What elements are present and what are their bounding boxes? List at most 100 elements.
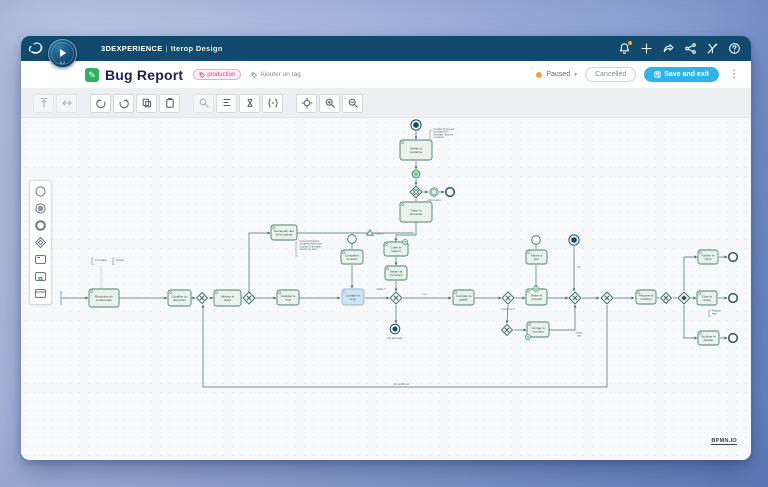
bpmn-node-annotation-info[interactable]: Si des informationscomplémentaires sontr… bbox=[296, 240, 322, 256]
bpmn-node-event-dark-2[interactable] bbox=[569, 235, 579, 245]
bpmn-node-task-reception[interactable]: Réception dela demande bbox=[89, 289, 119, 307]
bpmn-node-label-loop[interactable]: non conforme bbox=[393, 382, 409, 386]
bpmn-node-event-msg-2[interactable] bbox=[532, 236, 541, 245]
bpmn-node-task-archiver[interactable]: Archiver ledossier bbox=[698, 331, 719, 345]
bpmn-node-gateway-top[interactable] bbox=[410, 186, 422, 198]
bpmn-node-event-green-top[interactable] bbox=[412, 170, 420, 178]
add-icon[interactable] bbox=[640, 42, 653, 55]
sequence-flow[interactable] bbox=[549, 305, 575, 330]
bpmn-node-task-affectation[interactable]: Affecter leticket bbox=[214, 290, 241, 306]
palette-end-event[interactable] bbox=[33, 218, 48, 233]
bpmn-node-gateway-valide[interactable] bbox=[390, 292, 402, 304]
save-icon bbox=[654, 71, 661, 78]
palette-data-store[interactable] bbox=[33, 286, 48, 301]
sequence-flow[interactable] bbox=[684, 305, 697, 338]
bpmn-node-event-resolu[interactable] bbox=[430, 188, 438, 196]
bpmn-node-label-retour[interactable]: retourtest bbox=[576, 330, 583, 337]
selection-bounds-button[interactable] bbox=[262, 94, 283, 113]
bpmn-node-annotation-top[interactable]: Un ticket de bug estcréé depuis leformul… bbox=[430, 128, 454, 146]
bpmn-node-task-clore[interactable]: Clore leticket bbox=[697, 291, 717, 305]
bpmn-node-task-correction[interactable]: Corriger lebug bbox=[342, 289, 364, 305]
bpmn-node-task-maj[interactable]: Mettre àjour bbox=[526, 250, 547, 264]
bpmn-node-task-qualification[interactable]: Qualifier lademande bbox=[168, 290, 191, 306]
bpmn-node-task-analyse[interactable]: Analyser lebug bbox=[277, 290, 299, 305]
palette-gateway[interactable] bbox=[33, 235, 48, 250]
bpmn-node-gateway-livraison[interactable] bbox=[601, 292, 613, 304]
sequence-flow[interactable] bbox=[684, 257, 697, 291]
copy-button[interactable] bbox=[136, 94, 157, 113]
align-tool-button[interactable] bbox=[33, 94, 54, 113]
save-and-exit-button[interactable]: Save and exit bbox=[644, 67, 719, 82]
bpmn-canvas[interactable]: Réception dela demande Formulaire Priorité… bbox=[21, 118, 751, 460]
share-forward-icon[interactable] bbox=[662, 42, 675, 55]
bpmn-node-task-rapport[interactable]: Créer lerapport bbox=[384, 239, 408, 256]
bpmn-node-event-end-2[interactable] bbox=[729, 294, 738, 303]
bpmn-node-task-demande-info[interactable]: Demander desinformations bbox=[271, 225, 297, 240]
zoom-out-button[interactable] bbox=[342, 94, 363, 113]
notifications-bell-icon[interactable] bbox=[618, 42, 631, 55]
more-options-icon[interactable]: ⋮ bbox=[727, 69, 741, 80]
bpmn-node-note-formulaire[interactable]: Formulaire bbox=[92, 258, 108, 265]
tools-icon[interactable] bbox=[706, 42, 719, 55]
share-network-icon[interactable] bbox=[684, 42, 697, 55]
bpmn-node-gateway-split[interactable] bbox=[678, 292, 690, 304]
palette-start-event[interactable] bbox=[33, 184, 48, 199]
save-button-label: Save and exit bbox=[664, 71, 709, 78]
bpmn-node-label-resolu[interactable]: Déjà résolu bbox=[427, 198, 441, 202]
document-header: ✎ Bug Report production Ajouter un tag P… bbox=[21, 61, 751, 89]
bpmn-node-task-notifier[interactable]: Notifier leclient bbox=[698, 250, 718, 264]
bpmn-node-label-valide[interactable]: Validé ? bbox=[376, 287, 386, 291]
redo-button[interactable] bbox=[113, 94, 134, 113]
bpmn-node-event-start-top[interactable] bbox=[411, 120, 421, 130]
center-view-button[interactable] bbox=[296, 94, 317, 113]
paste-button[interactable] bbox=[159, 94, 180, 113]
sequence-flow[interactable] bbox=[396, 222, 416, 241]
bpmn-node-task-traiter[interactable]: Traiter lademande bbox=[400, 202, 432, 222]
bpmn-node-gateway-retour[interactable] bbox=[197, 293, 208, 304]
bpmn-node-task-controle[interactable]: Contrôler laqualité bbox=[453, 290, 474, 305]
zoom-in-button[interactable] bbox=[319, 94, 340, 113]
bpmn-node-task-verifier[interactable]: Vérifier leproblème bbox=[400, 140, 432, 160]
bpmn-node-gateway-x2[interactable] bbox=[661, 293, 672, 304]
bpmn-node-event-end-1[interactable] bbox=[729, 253, 738, 262]
palette-subprocess[interactable] bbox=[33, 269, 48, 284]
bpmn-node-event-terminate[interactable] bbox=[390, 324, 400, 334]
bpmn-node-task-valider[interactable]: Valider lacorrection bbox=[385, 266, 407, 280]
sequence-flow[interactable] bbox=[203, 305, 607, 387]
cancel-button[interactable]: Cancelled bbox=[585, 67, 636, 82]
bpmn-node-event-end-3[interactable] bbox=[729, 334, 738, 343]
spacing-button[interactable] bbox=[239, 94, 260, 113]
bpmn-node-gateway-info[interactable] bbox=[243, 292, 255, 304]
bpmn-node-task-tester[interactable]: Tester lecorrectif bbox=[526, 286, 547, 305]
bpmn-node-label-fin-test[interactable]: fin bbox=[578, 265, 581, 269]
bpmn-node-label-conforme[interactable]: Conforme ? bbox=[501, 307, 515, 311]
production-badge[interactable]: production bbox=[193, 69, 241, 80]
undo-button[interactable] bbox=[90, 94, 111, 113]
palette-task[interactable] bbox=[33, 252, 48, 267]
bpmn-node-label-oui[interactable]: oui bbox=[423, 292, 427, 296]
help-icon[interactable] bbox=[728, 42, 741, 55]
compass-app-icon[interactable]: 6.2 bbox=[48, 39, 77, 68]
bpmnio-watermark[interactable]: BPMN.IO bbox=[711, 438, 737, 445]
bpmn-node-event-end-top[interactable] bbox=[446, 188, 455, 197]
bpmn-node-event-msg-1[interactable] bbox=[348, 235, 357, 244]
status-indicator[interactable]: Paused ▾ bbox=[536, 71, 577, 78]
bpmn-node-note-priorite[interactable]: Priorité bbox=[113, 258, 125, 265]
sequence-flow[interactable] bbox=[249, 233, 270, 292]
bpmn-node-task-recorriger[interactable]: Corriger ànouveau bbox=[525, 322, 549, 340]
add-tag-button[interactable]: Ajouter un tag bbox=[251, 71, 300, 78]
bpmn-node-note-cloture[interactable]: Rapportfinal bbox=[709, 310, 721, 317]
bpmn-node-event-relance[interactable]: Relance bbox=[367, 230, 385, 236]
distribute-tool-button[interactable] bbox=[56, 94, 77, 113]
bpmn-node-label-terminate[interactable]: Fin anomalie bbox=[388, 336, 403, 340]
svg-text:Préparer lalivraison: Préparer lalivraison bbox=[639, 293, 654, 301]
bpmn-node-gateway-conforme[interactable] bbox=[502, 292, 514, 304]
bpmn-node-gateway-join[interactable] bbox=[569, 292, 581, 304]
bpmn-node-gateway-reprise[interactable] bbox=[502, 325, 513, 336]
bpmn-node-task-livraison[interactable]: Préparer lalivraison bbox=[636, 290, 656, 304]
bpmn-node-task-completer[interactable]: Compléterle ticket bbox=[341, 250, 363, 264]
align-elements-button[interactable] bbox=[216, 94, 237, 113]
search-button[interactable] bbox=[193, 94, 214, 113]
svg-text:oui: oui bbox=[423, 292, 427, 296]
palette-intermediate-event[interactable] bbox=[33, 201, 48, 216]
